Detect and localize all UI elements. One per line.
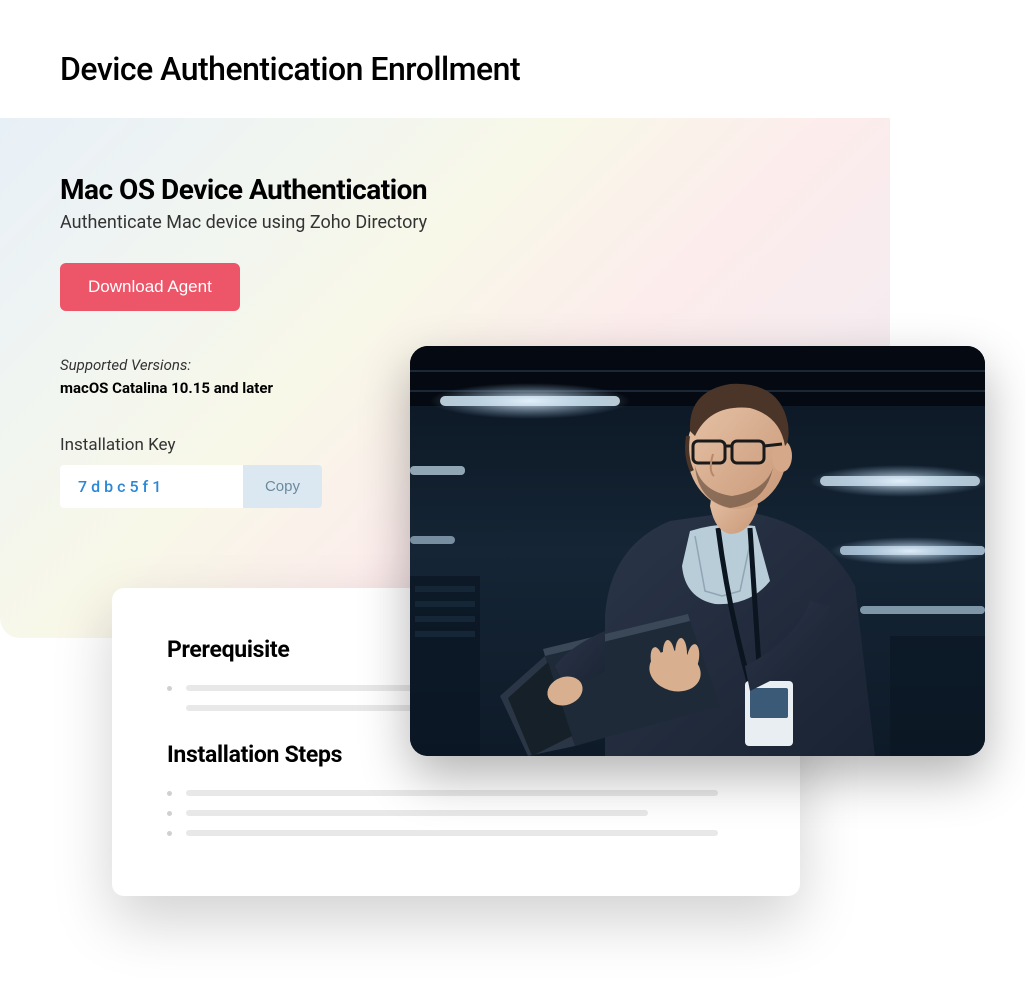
copy-key-button[interactable]: Copy <box>243 465 322 508</box>
page-title: Device Authentication Enrollment <box>0 0 890 118</box>
placeholder-text-line <box>186 810 648 816</box>
bullet-icon <box>167 686 172 691</box>
steps-list <box>167 790 745 836</box>
installation-key-value: 7dbc5f1 <box>60 465 243 508</box>
installation-key-row: 7dbc5f1 Copy <box>60 465 322 508</box>
list-item <box>167 810 745 816</box>
list-item <box>167 790 745 796</box>
placeholder-text-line <box>186 830 718 836</box>
placeholder-text-line <box>186 790 718 796</box>
list-item <box>167 830 745 836</box>
hero-image <box>410 346 985 756</box>
bullet-icon <box>167 831 172 836</box>
auth-subtitle: Authenticate Mac device using Zoho Direc… <box>60 212 830 233</box>
download-agent-button[interactable]: Download Agent <box>60 263 240 311</box>
bullet-icon <box>167 791 172 796</box>
auth-title: Mac OS Device Authentication <box>60 173 830 206</box>
bullet-icon <box>167 811 172 816</box>
